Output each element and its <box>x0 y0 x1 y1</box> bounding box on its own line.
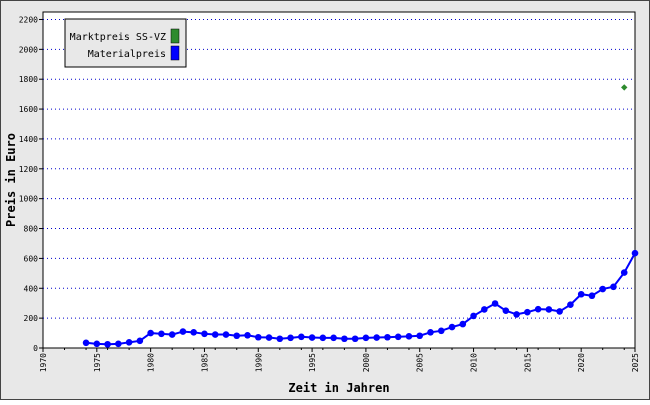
y-tick-label: 1400 <box>19 135 38 144</box>
data-point-materialpreis <box>437 327 445 335</box>
data-point-materialpreis <box>104 340 111 348</box>
y-tick-label: 600 <box>24 254 39 263</box>
data-point-materialpreis <box>459 320 467 328</box>
data-point-materialpreis <box>534 305 542 313</box>
data-point-materialpreis <box>136 337 144 345</box>
x-tick-label: 2020 <box>577 353 586 372</box>
data-point-materialpreis <box>201 330 208 338</box>
data-point-materialpreis <box>416 332 424 340</box>
data-point-materialpreis <box>82 339 90 347</box>
data-point-materialpreis <box>147 329 154 337</box>
y-tick-label: 200 <box>24 314 39 323</box>
x-tick-label: 1995 <box>308 353 317 372</box>
data-point-materialpreis <box>631 249 639 257</box>
data-point-materialpreis <box>427 329 434 336</box>
data-point-materialpreis <box>179 328 187 335</box>
data-point-materialpreis <box>168 331 176 338</box>
x-tick-label: 1980 <box>147 353 156 372</box>
x-tick-label: 2015 <box>523 353 532 372</box>
data-point-materialpreis <box>287 334 294 342</box>
data-point-materialpreis <box>125 339 133 346</box>
y-tick-label: 2200 <box>19 15 38 24</box>
data-point-materialpreis <box>556 308 563 315</box>
y-tick-label: 1800 <box>19 75 38 84</box>
data-point-materialpreis <box>254 333 262 341</box>
data-point-materialpreis <box>362 334 370 342</box>
x-tick-label: 1990 <box>254 353 263 372</box>
data-point-materialpreis <box>524 308 531 316</box>
data-point-materialpreis <box>330 334 337 342</box>
x-axis-label: Zeit in Jahren <box>288 381 389 395</box>
data-point-materialpreis <box>384 333 391 341</box>
legend-label: Materialpreis <box>88 49 166 60</box>
data-point-materialpreis <box>545 306 553 313</box>
data-point-materialpreis <box>298 333 305 341</box>
data-point-materialpreis <box>394 333 402 341</box>
data-point-materialpreis <box>93 340 101 348</box>
y-tick-label: 1000 <box>19 195 38 204</box>
y-tick-label: 2000 <box>19 45 38 54</box>
data-point-materialpreis <box>610 283 617 291</box>
data-point-materialpreis <box>265 334 273 341</box>
data-point-materialpreis <box>577 290 585 298</box>
data-point-materialpreis <box>599 285 607 293</box>
x-tick-label: 2010 <box>470 353 479 372</box>
price-chart: 0 200 400 600 800 1000 1200 1400 1600 1800 2000 220… <box>0 0 650 400</box>
data-point-materialpreis <box>491 300 499 307</box>
legend-label: Marktpreis SS-VZ <box>70 32 166 43</box>
y-tick-label: 1200 <box>19 165 38 174</box>
x-tick-label: 2000 <box>362 353 371 372</box>
data-point-materialpreis <box>513 311 520 318</box>
data-point-materialpreis <box>115 340 122 348</box>
chart-root: 0 200 400 600 800 1000 1200 1400 1600 1800 2000 220… <box>0 0 650 400</box>
data-point-materialpreis <box>502 307 510 314</box>
y-tick-label: 1600 <box>19 105 38 114</box>
data-point-materialpreis <box>567 301 574 308</box>
data-point-materialpreis <box>308 334 316 341</box>
x-tick-label: 1985 <box>200 353 209 372</box>
y-tick-label: 800 <box>24 225 39 234</box>
data-point-materialpreis <box>341 335 348 343</box>
data-point-materialpreis <box>588 292 596 300</box>
data-point-materialpreis <box>405 333 413 340</box>
x-tick-label: 2025 <box>631 353 640 372</box>
x-tick-label: 1975 <box>93 353 102 372</box>
data-point-materialpreis <box>244 332 251 339</box>
y-tick-label: 0 <box>33 344 38 353</box>
data-point-materialpreis <box>373 334 380 341</box>
legend: Marktpreis SS-VZ Materialpreis <box>64 18 187 68</box>
data-point-materialpreis <box>620 269 628 276</box>
data-point-materialpreis <box>190 329 197 336</box>
data-point-materialpreis <box>233 332 241 340</box>
data-point-materialpreis <box>319 334 327 342</box>
data-point-materialpreis <box>470 312 477 320</box>
data-point-materialpreis <box>448 323 456 331</box>
data-point-materialpreis <box>276 335 284 343</box>
y-tick-label: 400 <box>24 284 39 293</box>
x-tick-label: 1970 <box>39 353 48 372</box>
data-point-materialpreis <box>481 306 488 313</box>
data-point-materialpreis <box>158 330 165 338</box>
legend-swatch <box>170 28 180 44</box>
x-tick-label: 2005 <box>416 353 425 372</box>
legend-swatch <box>170 45 180 61</box>
data-point-materialpreis <box>211 331 219 338</box>
data-point-materialpreis <box>351 335 359 343</box>
data-point-materialpreis <box>222 331 230 338</box>
y-axis-label: Preis in Euro <box>4 133 18 227</box>
